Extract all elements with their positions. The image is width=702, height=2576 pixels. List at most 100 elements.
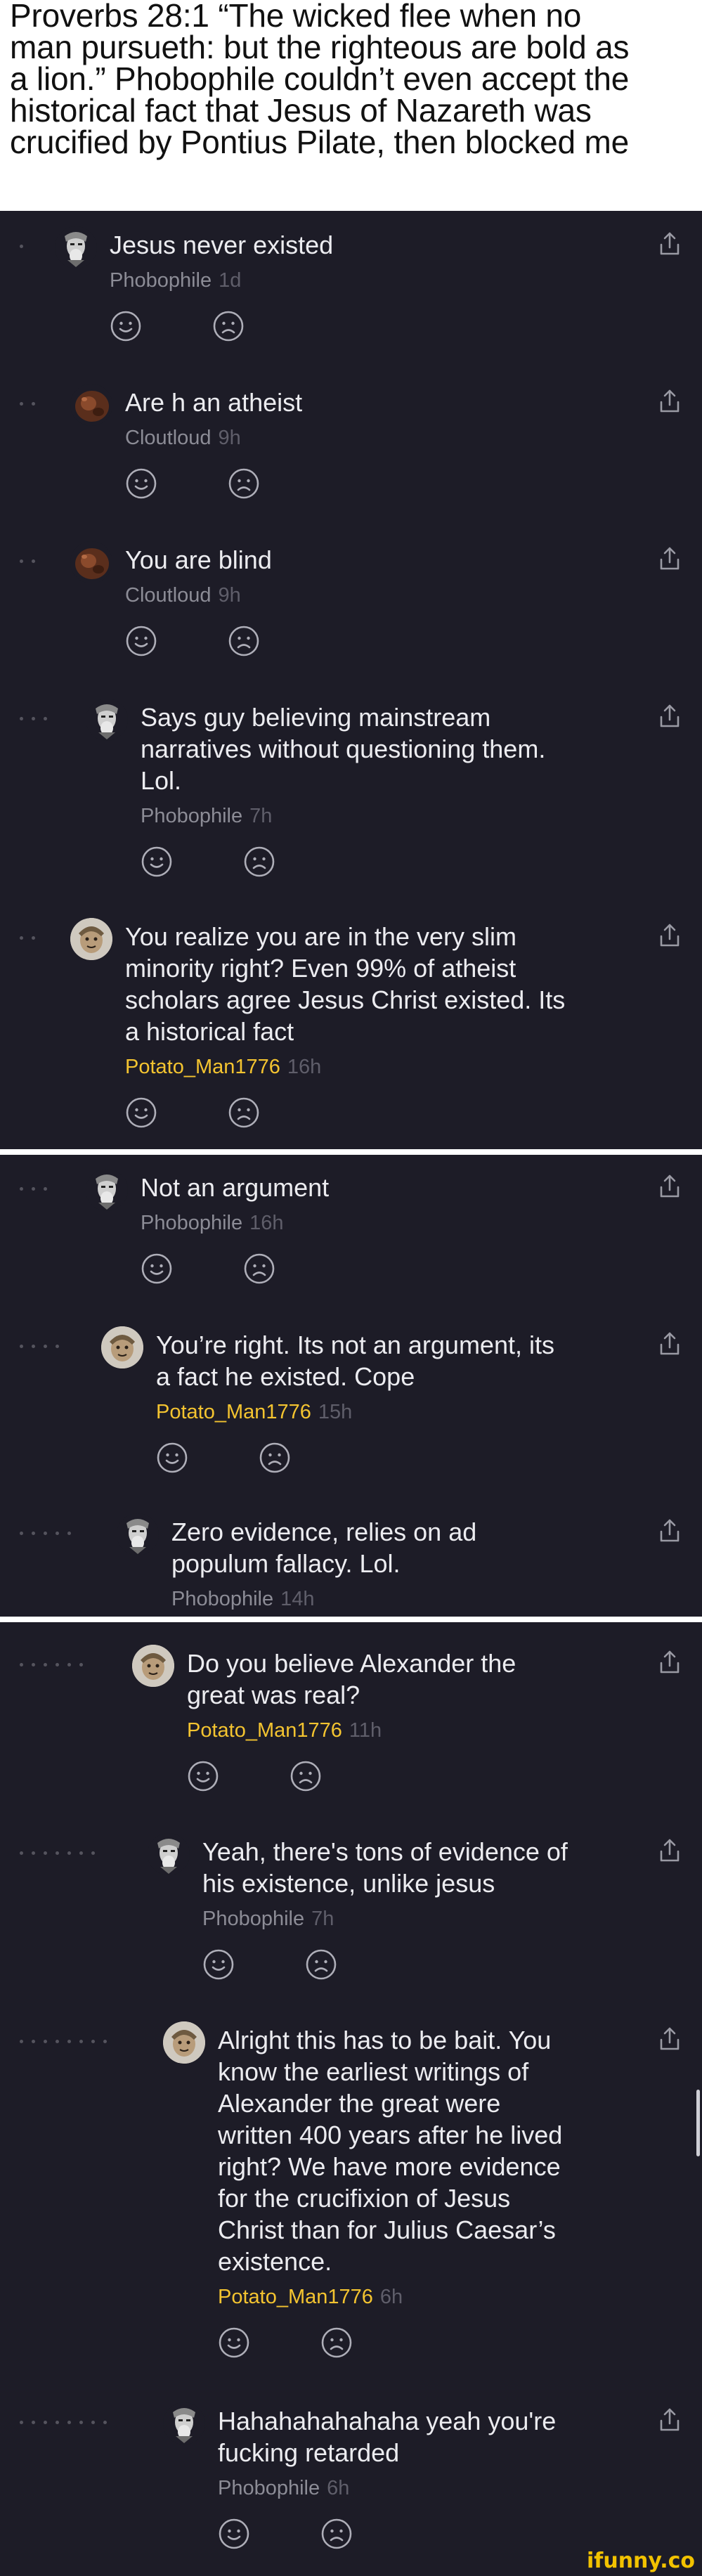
thread-depth-dot <box>103 2421 107 2424</box>
avatar[interactable] <box>70 541 112 583</box>
username-link[interactable]: Potato_Man1776 <box>187 1719 342 1742</box>
avatar[interactable] <box>55 226 97 268</box>
thread-depth-dot <box>56 1851 59 1855</box>
smile-icon[interactable] <box>156 1442 188 1474</box>
thread-depth-dot <box>20 2421 23 2424</box>
frown-icon[interactable] <box>320 2326 353 2359</box>
smile-icon[interactable] <box>110 310 142 342</box>
share-icon[interactable] <box>657 388 682 415</box>
reactions <box>187 1760 322 1792</box>
thread-depth-dot <box>32 717 35 720</box>
thread-depth-dot <box>32 2040 35 2043</box>
comment-meta: Phobophile 1d <box>110 268 241 293</box>
comment-meta: Phobophile 16h <box>141 1210 284 1236</box>
frown-icon[interactable] <box>228 625 260 657</box>
comment-line: Not an argument <box>141 1173 330 1202</box>
thread-depth-dot <box>67 1663 71 1666</box>
smile-icon[interactable] <box>125 467 157 500</box>
comment-text: You realize you are in the very slim mino… <box>125 921 575 1047</box>
share-icon[interactable] <box>657 1517 682 1544</box>
smile-icon[interactable] <box>218 2518 250 2550</box>
username-link[interactable]: Phobophile <box>202 1908 304 1930</box>
comment-line: populum fallacy. Lol. <box>171 1549 401 1578</box>
smile-icon[interactable] <box>218 2326 250 2359</box>
thread-indent <box>20 559 35 563</box>
avatar[interactable] <box>70 384 112 426</box>
thread-depth-dot <box>91 2421 95 2424</box>
thread-depth-dot <box>67 1851 71 1855</box>
timestamp: 14h <box>280 1588 315 1610</box>
username-link[interactable]: Phobophile <box>141 805 242 827</box>
smile-icon[interactable] <box>187 1760 219 1792</box>
thread-depth-dot <box>20 559 23 563</box>
frown-icon[interactable] <box>228 1096 260 1129</box>
comment-line: a historical fact <box>125 1017 294 1046</box>
smile-icon[interactable] <box>202 1948 235 1981</box>
share-icon[interactable] <box>657 922 682 949</box>
username-link[interactable]: Phobophile <box>141 1212 242 1234</box>
avatar[interactable] <box>163 2402 205 2445</box>
avatar[interactable] <box>148 1833 190 1875</box>
frown-icon[interactable] <box>228 467 260 500</box>
share-icon[interactable] <box>657 1837 682 1864</box>
avatar[interactable] <box>86 1169 128 1211</box>
comments-screenshot-2: Not an argument Phobophile 16h You’re right… <box>0 1155 702 1617</box>
comment-line: Yeah, there's tons of evidence of <box>202 1837 568 1866</box>
username-link[interactable]: Potato_Man1776 <box>156 1401 311 1423</box>
thread-depth-dot <box>44 1345 47 1348</box>
frown-icon[interactable] <box>212 310 245 342</box>
frown-icon[interactable] <box>243 846 275 878</box>
avatar[interactable] <box>132 1645 174 1687</box>
thread-depth-dot <box>32 402 35 406</box>
avatar[interactable] <box>117 1513 159 1555</box>
username-link[interactable]: Phobophile <box>171 1588 273 1610</box>
smile-icon[interactable] <box>125 1096 157 1129</box>
frown-icon[interactable] <box>259 1442 291 1474</box>
thread-depth-dot <box>44 2421 47 2424</box>
comment-text: Yeah, there's tons of evidence of his exi… <box>202 1836 652 1899</box>
share-icon[interactable] <box>657 1331 682 1357</box>
timestamp: 1d <box>219 269 242 292</box>
thread-depth-dot <box>56 1532 59 1535</box>
frown-icon[interactable] <box>305 1948 337 1981</box>
share-icon[interactable] <box>657 2407 682 2433</box>
comment-meta: Phobophile 7h <box>202 1906 334 1931</box>
frown-icon[interactable] <box>320 2518 353 2550</box>
comment-line: Alexander the great were <box>218 2089 501 2118</box>
comment-line: a fact he existed. Cope <box>156 1362 415 1391</box>
comment-line: narratives without questioning them. <box>141 734 546 763</box>
smile-icon[interactable] <box>125 625 157 657</box>
comment-line: You are blind <box>125 545 272 574</box>
thread-depth-dot <box>79 1663 83 1666</box>
username-link[interactable]: Cloutloud <box>125 584 212 607</box>
username-link[interactable]: Phobophile <box>110 269 212 292</box>
share-icon[interactable] <box>657 1173 682 1200</box>
avatar[interactable] <box>70 918 112 960</box>
share-icon[interactable] <box>657 703 682 730</box>
smile-icon[interactable] <box>141 1253 173 1285</box>
avatar[interactable] <box>86 699 128 741</box>
username-link[interactable]: Potato_Man1776 <box>125 1056 280 1078</box>
thread-depth-dot <box>44 1663 47 1666</box>
share-icon[interactable] <box>657 2026 682 2052</box>
share-icon[interactable] <box>657 231 682 257</box>
scrollbar[interactable] <box>696 2090 700 2156</box>
smile-icon[interactable] <box>141 846 173 878</box>
thread-depth-dot <box>32 936 35 940</box>
thread-depth-dot <box>20 717 23 720</box>
share-icon[interactable] <box>657 1649 682 1676</box>
username-link[interactable]: Phobophile <box>218 2477 320 2499</box>
username-link[interactable]: Cloutloud <box>125 427 212 449</box>
avatar[interactable] <box>101 1326 143 1368</box>
username-link[interactable]: Potato_Man1776 <box>218 2286 373 2308</box>
frown-icon[interactable] <box>243 1253 275 1285</box>
avatar[interactable] <box>163 2021 205 2064</box>
share-icon[interactable] <box>657 545 682 572</box>
comment-meta: Phobophile 6h <box>218 2475 349 2501</box>
comment-line: Lol. <box>141 766 182 795</box>
thread-depth-dot <box>20 1851 23 1855</box>
frown-icon[interactable] <box>290 1760 322 1792</box>
timestamp: 11h <box>349 1719 382 1742</box>
timestamp: 7h <box>311 1908 334 1930</box>
thread-depth-dot <box>32 559 35 563</box>
